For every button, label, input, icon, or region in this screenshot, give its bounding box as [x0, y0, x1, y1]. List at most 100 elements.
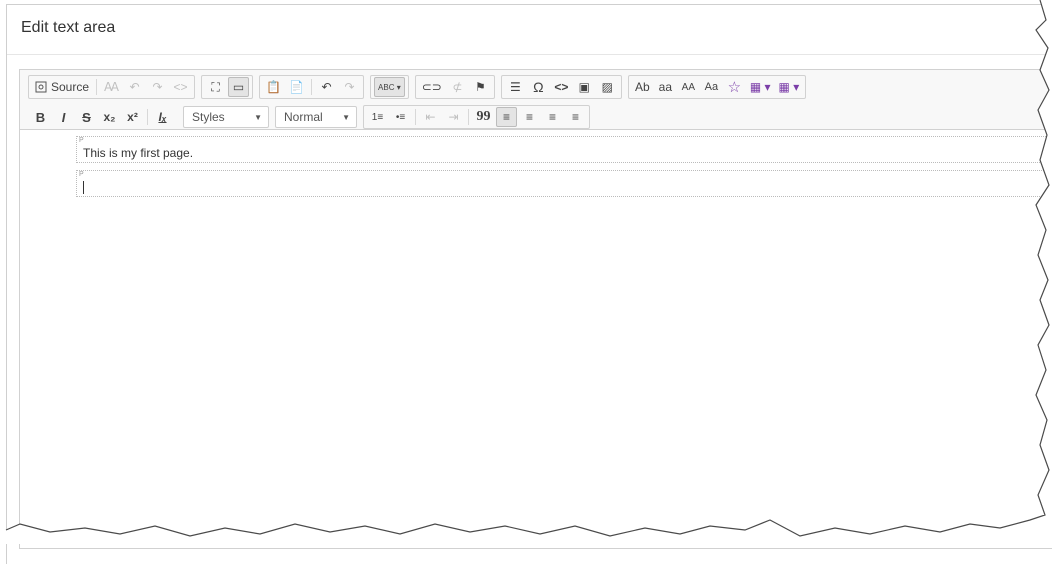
- table-icon: ▦: [749, 80, 762, 94]
- chevron-down-icon: ▼: [254, 112, 262, 122]
- paragraph-text: This is my first page.: [83, 146, 194, 160]
- block-tag-label: P: [79, 171, 84, 178]
- toolbar-row-1: Source Ꜳ ↶ ↷ <> ⛶ ▭ 📋 📄 ↶ ↷ ABC ▾ ⊂⊃ ⊄ ⚑…: [28, 74, 1052, 100]
- code-snippet-button[interactable]: <>: [170, 77, 191, 97]
- editor-toolbar: Source Ꜳ ↶ ↷ <> ⛶ ▭ 📋 📄 ↶ ↷ ABC ▾ ⊂⊃ ⊄ ⚑…: [20, 70, 1052, 130]
- rich-text-editor: Source Ꜳ ↶ ↷ <> ⛶ ▭ 📋 📄 ↶ ↷ ABC ▾ ⊂⊃ ⊄ ⚑…: [19, 69, 1052, 549]
- show-blocks-button[interactable]: ▭: [228, 77, 250, 97]
- link-button[interactable]: ⊂⊃: [419, 77, 445, 97]
- lowercase-button[interactable]: aa: [655, 77, 676, 97]
- blockquote-button[interactable]: 99: [473, 107, 494, 127]
- code-button[interactable]: <>: [551, 77, 572, 97]
- redo-small-icon: ↷: [152, 80, 163, 94]
- horizontal-line-button[interactable]: ☰: [505, 77, 526, 97]
- indent-icon: ⇥: [448, 110, 459, 124]
- blockquote-icon: 99: [476, 109, 491, 124]
- maximize-button[interactable]: ⛶: [205, 77, 226, 97]
- uppercase-button[interactable]: AA: [678, 77, 699, 97]
- transform-case-icon: Ab: [635, 80, 650, 94]
- separator: [96, 79, 98, 95]
- source-label: Source: [51, 80, 90, 94]
- separator: [147, 109, 148, 125]
- insert-group: ☰ Ω <> ▣ ▨: [500, 75, 622, 99]
- omega-icon: Ω: [533, 79, 544, 95]
- numbered-list-button[interactable]: 1≡: [367, 107, 388, 127]
- strikethrough-button[interactable]: S: [76, 107, 97, 127]
- chevron-down-icon: ▼: [342, 112, 350, 122]
- undo-small-icon: ↶: [129, 80, 140, 94]
- spellcheck-button[interactable]: ABC ▾: [374, 77, 405, 97]
- paragraph-group: 1≡ •≡ ⇤ ⇥ 99 ≡ ≡ ≡ ≡: [363, 105, 590, 129]
- bold-button[interactable]: B: [30, 107, 51, 127]
- undo-button[interactable]: ↶: [316, 77, 337, 97]
- anchor-button[interactable]: ⚑: [470, 77, 491, 97]
- paste-text-button[interactable]: 📋: [263, 77, 284, 97]
- clipboard-group: 📋 📄 ↶ ↷: [259, 75, 365, 99]
- spellcheck-group: ABC ▾: [370, 75, 409, 99]
- redo-button[interactable]: ↷: [339, 77, 360, 97]
- block-tag-label: P: [79, 137, 84, 144]
- code-icon: <>: [173, 80, 188, 94]
- unlink-button[interactable]: ⊄: [447, 77, 468, 97]
- table-button[interactable]: ▦ ▾: [747, 77, 774, 97]
- strikethrough-icon: S: [82, 109, 91, 125]
- paragraph-block[interactable]: P: [76, 170, 1052, 198]
- align-right-icon: ≡: [548, 110, 556, 124]
- youtube-button[interactable]: ▣: [574, 77, 595, 97]
- view-group: ⛶ ▭: [201, 75, 254, 99]
- paste-word-button[interactable]: 📄: [286, 77, 307, 97]
- capitalize-button[interactable]: Aa: [701, 77, 722, 97]
- paragraph-block[interactable]: P This is my first page.: [76, 136, 1052, 163]
- separator: [468, 109, 469, 125]
- undo-icon: ↶: [321, 80, 332, 94]
- styles-dropdown-value: Styles: [192, 110, 225, 124]
- italic-button[interactable]: I: [53, 107, 74, 127]
- lowercase-icon: aa: [658, 80, 673, 94]
- styles-dropdown[interactable]: Styles ▼: [183, 106, 269, 128]
- panel-title: Edit text area: [7, 5, 1052, 55]
- spellcheck-icon: ABC: [378, 82, 395, 92]
- remove-format-button[interactable]: Iₓ: [152, 107, 173, 127]
- maximize-icon: ⛶: [211, 79, 220, 94]
- redo-disabled-button[interactable]: ↷: [147, 77, 168, 97]
- outdent-button[interactable]: ⇤: [420, 107, 441, 127]
- separator: [311, 79, 313, 95]
- align-left-button[interactable]: ≡: [496, 107, 517, 127]
- edit-text-area-panel: Edit text area Source Ꜳ ↶ ↷ <> ⛶ ▭ 📋 📄 ↶…: [6, 4, 1052, 564]
- uppercase-icon: AA: [681, 81, 696, 93]
- grid-button[interactable]: ▦ ▾: [776, 77, 803, 97]
- source-button[interactable]: Source: [32, 77, 92, 97]
- format-dropdown-value: Normal: [284, 110, 323, 124]
- format-dropdown[interactable]: Normal ▼: [275, 106, 357, 128]
- align-right-button[interactable]: ≡: [542, 107, 563, 127]
- transform-toggle-button[interactable]: Ab: [632, 77, 653, 97]
- links-group: ⊂⊃ ⊄ ⚑: [414, 75, 495, 99]
- text-caret: [83, 181, 84, 195]
- paragraph-text-active: [77, 171, 1052, 196]
- justify-button[interactable]: ≡: [565, 107, 586, 127]
- unlink-icon: ⊄: [452, 80, 463, 94]
- bulleted-list-button[interactable]: •≡: [390, 107, 411, 127]
- text-transform-group: Ab aa AA Aa ☆ ▦ ▾ ▦ ▾: [627, 75, 807, 99]
- bulleted-list-icon: •≡: [395, 111, 406, 123]
- image-button[interactable]: ▨: [597, 77, 618, 97]
- undo-disabled-button[interactable]: ↶: [124, 77, 145, 97]
- separator: [415, 109, 416, 125]
- subscript-icon: x₂: [103, 110, 116, 124]
- special-char-button[interactable]: Ω: [528, 77, 549, 97]
- justify-icon: ≡: [571, 110, 579, 124]
- align-left-icon: ≡: [502, 110, 510, 124]
- superscript-button[interactable]: x²: [122, 107, 143, 127]
- indent-button[interactable]: ⇥: [443, 107, 464, 127]
- document-group: Source Ꜳ ↶ ↷ <>: [28, 75, 196, 99]
- subscript-button[interactable]: x₂: [99, 107, 120, 127]
- star-icon: ☆: [727, 79, 742, 96]
- select-all-button[interactable]: Ꜳ: [101, 77, 122, 97]
- grid-icon: ▦: [778, 80, 790, 94]
- align-center-button[interactable]: ≡: [519, 107, 540, 127]
- editor-content-area[interactable]: P This is my first page. P: [20, 130, 1052, 550]
- favorite-button[interactable]: ☆: [724, 77, 745, 97]
- horizontal-line-icon: ☰: [509, 80, 521, 94]
- superscript-icon: x²: [127, 110, 138, 124]
- redo-icon: ↷: [344, 80, 355, 94]
